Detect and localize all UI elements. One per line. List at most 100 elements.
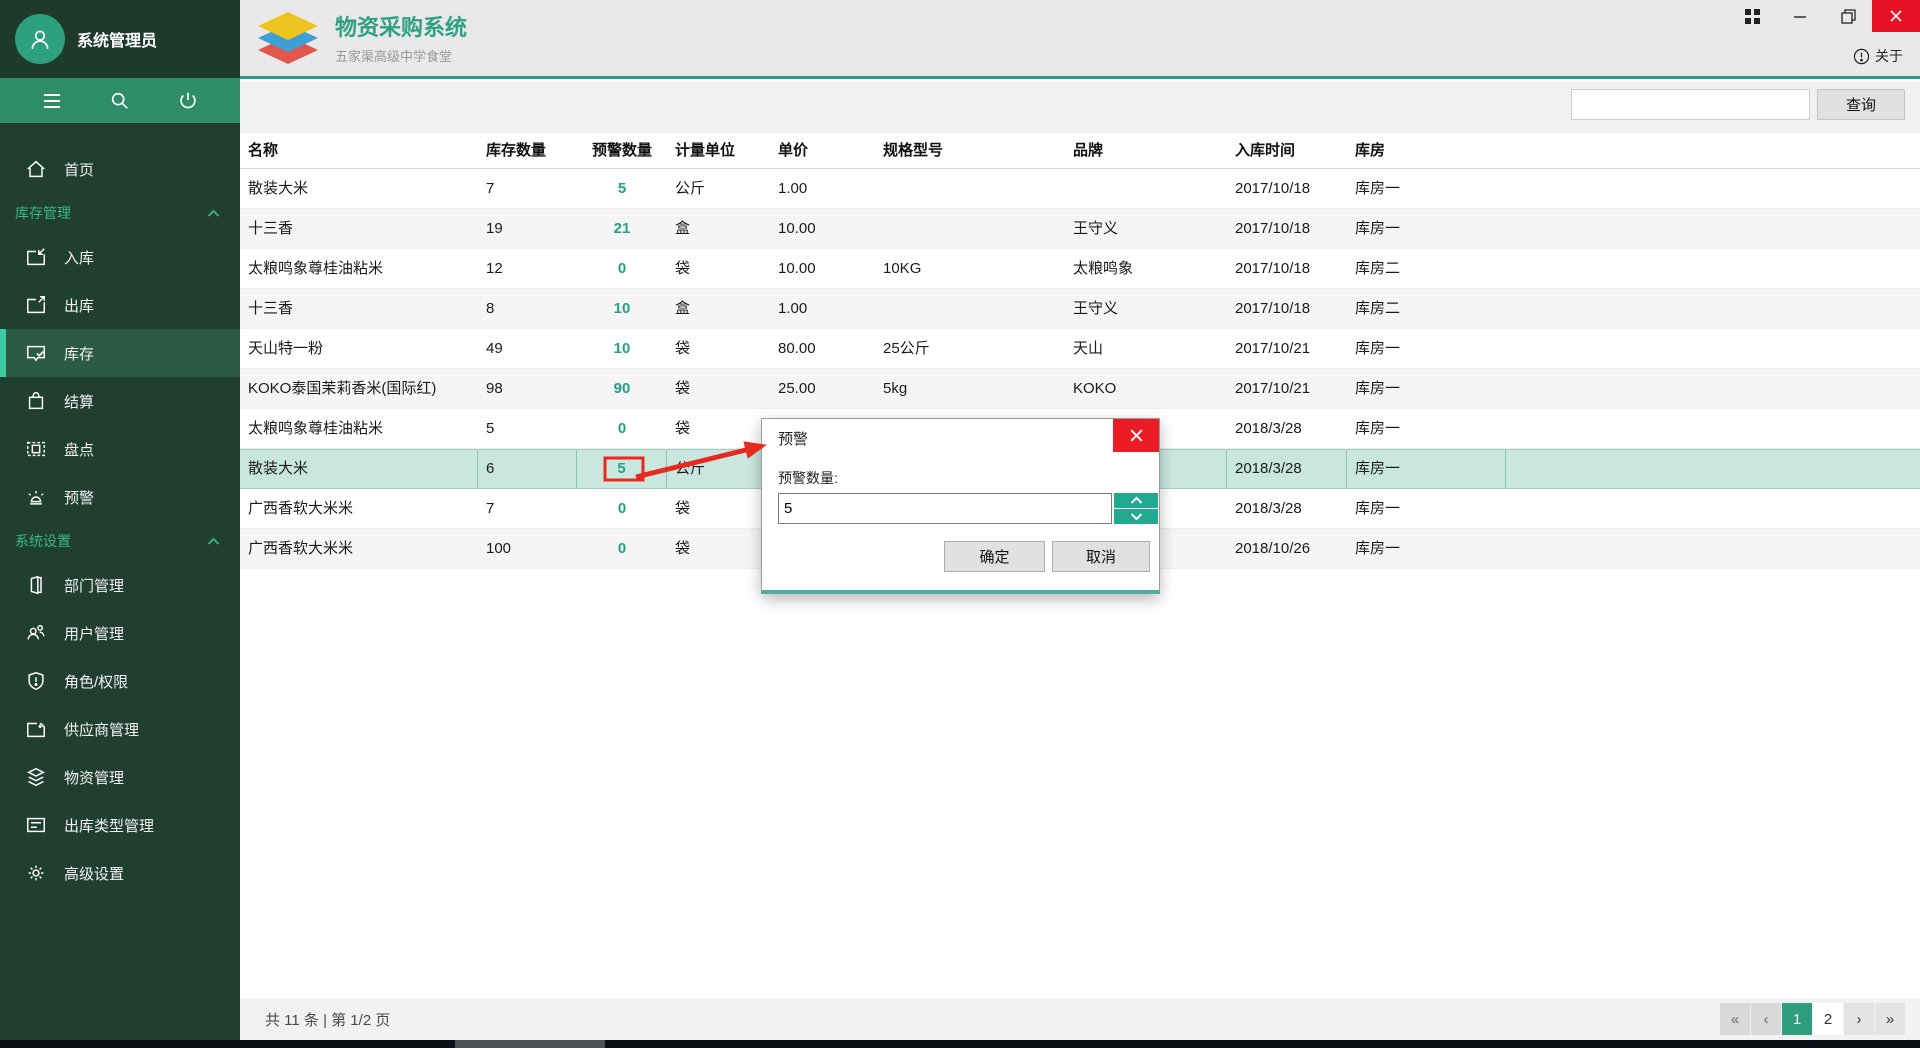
table-cell: 8 — [478, 289, 577, 328]
sidebar-item-label: 预警 — [64, 487, 94, 508]
table-cell: 80.00 — [770, 329, 875, 368]
horizontal-scrollbar[interactable] — [0, 1040, 1920, 1048]
table-cell: 盒 — [667, 289, 770, 328]
sidebar-item[interactable]: 出库类型管理 — [0, 801, 240, 849]
query-button[interactable]: 查询 — [1817, 89, 1905, 120]
home-icon — [25, 158, 47, 180]
sidebar-toolbar — [0, 78, 240, 123]
about-label: 关于 — [1875, 46, 1903, 66]
warning-quantity-cell[interactable]: 0 — [577, 529, 667, 568]
title-block: 物资采购系统 五家渠高级中学食堂 — [335, 10, 467, 65]
table-cell: 6 — [478, 450, 577, 488]
dialog-close-icon[interactable] — [1113, 419, 1159, 452]
column-header: 预警数量 — [577, 133, 667, 168]
table-cell: 49 — [478, 329, 577, 368]
search-input[interactable] — [1571, 89, 1810, 120]
sidebar-item[interactable]: 盘点 — [0, 425, 240, 473]
pager: «‹12›» — [1720, 1003, 1905, 1035]
scrollbar-thumb[interactable] — [455, 1040, 605, 1048]
warning-quantity-cell[interactable]: 21 — [577, 209, 667, 248]
close-icon[interactable] — [1872, 0, 1920, 32]
warning-quantity-cell[interactable]: 0 — [577, 249, 667, 288]
pager-button[interactable]: 1 — [1782, 1003, 1812, 1035]
warning-dialog: 预警 预警数量: 确定 取消 — [761, 418, 1160, 594]
sidebar-item[interactable]: 入库 — [0, 233, 240, 281]
sidebar-section-label: 库存管理 — [15, 203, 71, 223]
stepper-down-icon[interactable] — [1114, 509, 1158, 524]
table-cell: 5kg — [875, 369, 1065, 408]
warning-quantity-cell[interactable]: 5 — [577, 169, 667, 208]
search-icon[interactable] — [100, 81, 140, 121]
table-cell: 7 — [478, 489, 577, 528]
sidebar-item[interactable]: 供应商管理 — [0, 705, 240, 753]
column-header: 库房 — [1347, 133, 1506, 168]
sidebar-section-header[interactable]: 库存管理 — [0, 193, 240, 233]
table-cell-filler — [1506, 369, 1920, 408]
cancel-button[interactable]: 取消 — [1052, 541, 1150, 572]
window-controls — [1728, 0, 1920, 32]
table-row[interactable]: 十三香810盒1.00王守义2017/10/18库房二 — [240, 289, 1920, 329]
ok-button[interactable]: 确定 — [944, 541, 1045, 572]
sidebar-item[interactable]: 出库 — [0, 281, 240, 329]
table-row[interactable]: 十三香1921盒10.00王守义2017/10/18库房一 — [240, 209, 1920, 249]
table-cell: 7 — [478, 169, 577, 208]
table-cell — [1065, 169, 1227, 208]
table-cell-filler — [1506, 409, 1920, 448]
user-avatar — [15, 14, 65, 64]
table-row[interactable]: 散装大米75公斤1.002017/10/18库房一 — [240, 169, 1920, 209]
restore-icon[interactable] — [1824, 0, 1872, 32]
inbound-icon — [25, 246, 47, 268]
column-header: 入库时间 — [1227, 133, 1347, 168]
person-icon — [27, 26, 53, 52]
sidebar-item[interactable]: 首页 — [0, 145, 240, 193]
table-cell: 广西香软大米米 — [240, 489, 478, 528]
hamburger-menu-icon[interactable] — [32, 81, 72, 121]
page-title: 物资采购系统 — [335, 10, 467, 42]
about-button[interactable]: 关于 — [1853, 46, 1903, 66]
pager-button[interactable]: › — [1844, 1003, 1874, 1035]
warning-quantity-cell[interactable]: 5 — [577, 450, 667, 488]
table-cell: 公斤 — [667, 169, 770, 208]
warning-quantity-input[interactable] — [778, 493, 1112, 524]
sidebar-item[interactable]: 部门管理 — [0, 561, 240, 609]
sidebar-item[interactable]: 库存 — [0, 329, 240, 377]
sidebar-item[interactable]: 结算 — [0, 377, 240, 425]
table-cell: 广西香软大米米 — [240, 529, 478, 568]
sidebar: 系统管理员 首页库存管理入库出库库存结算盘点预警系统设置部门管理用户管理角色/权… — [0, 0, 240, 1040]
pager-button[interactable]: ‹ — [1751, 1003, 1781, 1035]
page-summary: 共 11 条 | 第 1/2 页 — [265, 1009, 390, 1030]
sidebar-item[interactable]: 预警 — [0, 473, 240, 521]
sidebar-menu: 首页库存管理入库出库库存结算盘点预警系统设置部门管理用户管理角色/权限供应商管理… — [0, 123, 240, 897]
table-cell: 12 — [478, 249, 577, 288]
stepper-up-icon[interactable] — [1114, 493, 1158, 508]
page-subtitle: 五家渠高级中学食堂 — [335, 46, 467, 65]
table-cell: 太粮鸣象 — [1065, 249, 1227, 288]
sidebar-section-header[interactable]: 系统设置 — [0, 521, 240, 561]
table-row[interactable]: KOKO泰国茉莉香米(国际红)9890袋25.005kgKOKO2017/10/… — [240, 369, 1920, 409]
table-cell: 袋 — [667, 529, 770, 568]
pager-button[interactable]: » — [1875, 1003, 1905, 1035]
sidebar-item[interactable]: 物资管理 — [0, 753, 240, 801]
column-header: 名称 — [240, 133, 478, 168]
warning-quantity-cell[interactable]: 0 — [577, 409, 667, 448]
sidebar-item[interactable]: 高级设置 — [0, 849, 240, 897]
warning-quantity-cell[interactable]: 10 — [577, 289, 667, 328]
power-icon[interactable] — [168, 81, 208, 121]
sidebar-section-label: 系统设置 — [15, 531, 71, 551]
sidebar-item-label: 部门管理 — [64, 575, 124, 596]
pager-button[interactable]: 2 — [1813, 1003, 1843, 1035]
table-row[interactable]: 太粮鸣象尊桂油粘米120袋10.0010KG太粮鸣象2017/10/18库房二 — [240, 249, 1920, 289]
apps-grid-icon[interactable] — [1728, 0, 1776, 32]
pager-button[interactable]: « — [1720, 1003, 1750, 1035]
minimize-icon[interactable] — [1776, 0, 1824, 32]
department-icon — [25, 574, 47, 596]
warning-quantity-cell[interactable]: 10 — [577, 329, 667, 368]
sidebar-item[interactable]: 用户管理 — [0, 609, 240, 657]
warning-quantity-cell[interactable]: 90 — [577, 369, 667, 408]
outtype-icon — [25, 814, 47, 836]
sidebar-item[interactable]: 角色/权限 — [0, 657, 240, 705]
table-row[interactable]: 天山特一粉4910袋80.0025公斤天山2017/10/21库房一 — [240, 329, 1920, 369]
sidebar-item-label: 库存 — [64, 343, 94, 364]
user-name: 系统管理员 — [77, 27, 157, 51]
warning-quantity-cell[interactable]: 0 — [577, 489, 667, 528]
